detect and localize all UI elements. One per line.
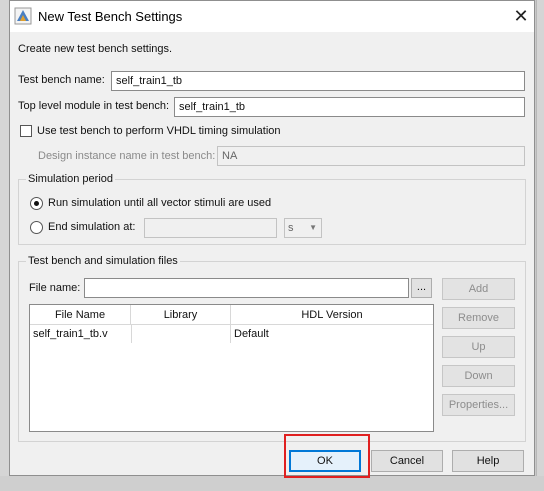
simulation-period-title: Simulation period: [26, 173, 115, 185]
column-header-hdl-version[interactable]: HDL Version: [231, 305, 433, 325]
background-window-right: [536, 0, 544, 491]
add-button[interactable]: Add: [442, 278, 515, 300]
down-button[interactable]: Down: [442, 365, 515, 387]
title-bar: New Test Bench Settings ✕: [10, 1, 534, 32]
background-window-bottom: [0, 476, 544, 491]
run-until-stimuli-radio[interactable]: [30, 197, 43, 210]
vhdl-timing-label: Use test bench to perform VHDL timing si…: [37, 125, 281, 137]
quartus-app-icon: [14, 7, 32, 25]
close-icon[interactable]: ✕: [510, 5, 532, 27]
cancel-button[interactable]: Cancel: [371, 450, 443, 472]
top-level-module-field[interactable]: self_train1_tb: [174, 97, 525, 117]
ok-button[interactable]: OK: [289, 450, 361, 472]
files-table: File Name Library HDL Version self_train…: [29, 304, 434, 432]
help-button[interactable]: Help: [452, 450, 524, 472]
run-until-stimuli-label: Run simulation until all vector stimuli …: [48, 197, 272, 209]
file-name-field[interactable]: [84, 278, 409, 298]
chevron-down-icon: ▼: [309, 223, 317, 232]
design-instance-label: Design instance name in test bench:: [38, 150, 216, 162]
row-library: [131, 325, 231, 343]
end-simulation-radio[interactable]: [30, 221, 43, 234]
remove-button[interactable]: Remove: [442, 307, 515, 329]
time-unit-value: s: [288, 222, 294, 234]
up-button[interactable]: Up: [442, 336, 515, 358]
intro-text: Create new test bench settings.: [18, 43, 173, 55]
row-file-name: self_train1_tb.v: [33, 328, 108, 340]
row-hdl-version: Default: [234, 328, 269, 340]
test-bench-name-field[interactable]: self_train1_tb: [111, 71, 525, 91]
end-simulation-label: End simulation at:: [48, 221, 136, 233]
test-bench-name-label: Test bench name:: [18, 74, 105, 86]
design-instance-field[interactable]: NA: [217, 146, 525, 166]
top-level-module-label: Top level module in test bench:: [18, 100, 170, 112]
browse-button[interactable]: ...: [411, 278, 432, 298]
properties-button[interactable]: Properties...: [442, 394, 515, 416]
files-group-title: Test bench and simulation files: [26, 255, 180, 267]
new-test-bench-settings-dialog: New Test Bench Settings ✕ Create new tes…: [9, 0, 535, 478]
file-name-label: File name:: [29, 282, 81, 294]
dialog-title: New Test Bench Settings: [38, 9, 183, 24]
end-simulation-time-field[interactable]: [144, 218, 277, 238]
vhdl-timing-checkbox[interactable]: [20, 125, 32, 137]
time-unit-select[interactable]: s ▼: [284, 218, 322, 238]
column-header-file-name[interactable]: File Name: [30, 305, 131, 325]
table-row[interactable]: self_train1_tb.v Default: [30, 325, 433, 343]
column-header-library[interactable]: Library: [131, 305, 231, 325]
